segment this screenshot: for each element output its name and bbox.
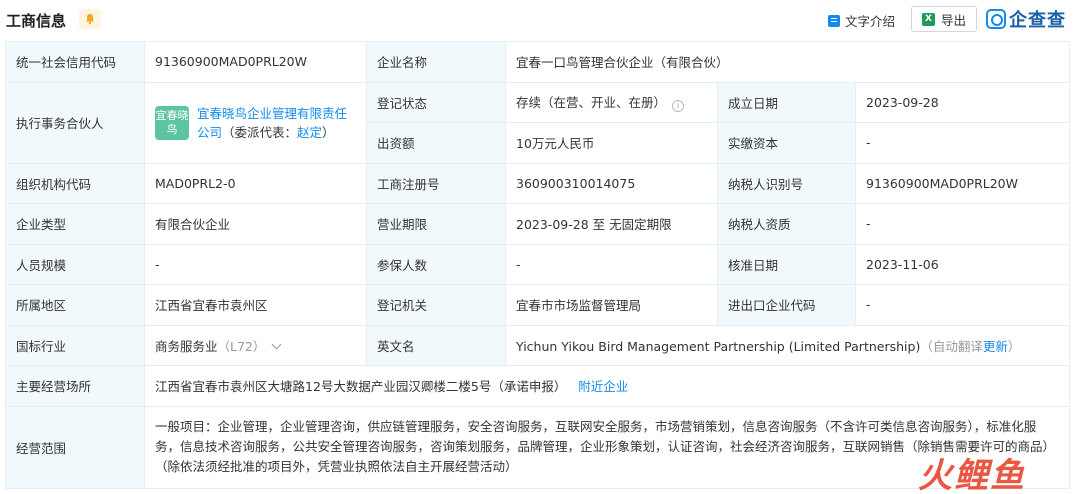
insured-value: - xyxy=(505,243,718,285)
reg-status-value: 存续（在营、开业、在册） xyxy=(516,95,667,111)
capital-label: 出资额 xyxy=(366,122,506,164)
approval-date-value: 2023-11-06 xyxy=(854,243,1071,285)
reg-status-cell: 存续（在营、开业、在册） i xyxy=(505,81,718,123)
taxpayer-id-label: 纳税人识别号 xyxy=(717,162,856,204)
english-name-label: 英文名 xyxy=(366,324,506,366)
industry-code: （L72） xyxy=(217,338,266,354)
section-header: 工商信息 文字介绍 X 导出 企查查 xyxy=(0,0,1080,40)
nearby-companies-link[interactable]: 附近企业 xyxy=(578,379,628,394)
export-label: 导出 xyxy=(940,12,966,28)
rep-suffix: ） xyxy=(322,124,335,140)
org-code-label: 组织机构代码 xyxy=(5,162,145,204)
industry-label: 国标行业 xyxy=(5,324,145,366)
auto-translate-note: （自动翻译 xyxy=(920,338,983,354)
text-intro-button[interactable]: 文字介绍 xyxy=(828,11,895,30)
bell-icon xyxy=(86,14,94,25)
credit-code-label: 统一社会信用代码 xyxy=(5,41,145,83)
insured-label: 参保人数 xyxy=(366,243,506,285)
exec-partner-cell: 宜春晓鸟 宜春晓鸟企业管理有限责任公司（委派代表：赵定） xyxy=(144,81,367,164)
info-icon[interactable]: i xyxy=(672,100,685,113)
capital-value: 10万元人民币 xyxy=(505,122,718,164)
address-value: 江西省宜春市袁州区大塘路12号大数据产业园汉卿楼二楼5号（承诺申报） xyxy=(155,379,567,395)
business-info-table: 统一社会信用代码 91360900MAD0PRL20W 企业名称 宜春一口鸟管理… xyxy=(5,41,1071,489)
import-export-label: 进出口企业代码 xyxy=(717,284,856,326)
table-row: 组织机构代码 MAD0PRL2-0 工商注册号 360900310014075 … xyxy=(5,162,1071,204)
partner-avatar[interactable]: 宜春晓鸟 xyxy=(155,105,189,140)
reg-authority-label: 登记机关 xyxy=(366,284,506,326)
biz-reg-no-value: 360900310014075 xyxy=(505,162,718,204)
rep-link[interactable]: 赵定 xyxy=(297,125,322,140)
import-export-value: - xyxy=(854,284,1071,326)
address-label: 主要经营场所 xyxy=(5,365,145,407)
company-type-value: 有限合伙企业 xyxy=(144,203,367,245)
industry-value: 商务服务业 xyxy=(155,338,218,354)
staff-size-value: - xyxy=(144,243,367,285)
company-name-value: 宜春一口鸟管理合伙企业（有限合伙） xyxy=(504,41,1071,83)
export-button[interactable]: X 导出 xyxy=(911,6,977,32)
watermark-logo: 火鲤鱼 xyxy=(918,456,1026,494)
bell-icon-button[interactable] xyxy=(79,9,101,29)
est-date-label: 成立日期 xyxy=(717,81,856,123)
staff-size-label: 人员规模 xyxy=(5,243,145,285)
taxpayer-qual-label: 纳税人资质 xyxy=(717,203,856,245)
region-value: 江西省宜春市袁州区 xyxy=(144,284,367,326)
table-row: 统一社会信用代码 91360900MAD0PRL20W 企业名称 宜春一口鸟管理… xyxy=(5,41,1071,83)
logo-mark-icon xyxy=(986,9,1006,29)
excel-icon: X xyxy=(921,12,935,26)
scope-label: 经营范围 xyxy=(5,405,145,489)
company-type-label: 企业类型 xyxy=(5,203,145,245)
region-label: 所属地区 xyxy=(5,284,145,326)
rep-prefix: （委派代表： xyxy=(222,124,298,140)
table-row: 国标行业 商务服务业（L72） 英文名 Yichun Yikou Bird Ma… xyxy=(5,324,1071,366)
qichacha-logo: 企查查 xyxy=(986,6,1066,32)
table-row: 企业类型 有限合伙企业 营业期限 2023-09-28 至 无固定期限 纳税人资… xyxy=(5,203,1071,245)
section-title: 工商信息 xyxy=(6,12,67,30)
credit-code-value: 91360900MAD0PRL20W xyxy=(144,41,367,83)
table-row: 所属地区 江西省宜春市袁州区 登记机关 宜春市市场监督管理局 进出口企业代码 - xyxy=(5,284,1071,326)
auto-translate-close: ） xyxy=(1007,338,1021,354)
logo-text: 企查查 xyxy=(1009,10,1066,31)
paid-capital-value: - xyxy=(854,122,1071,164)
biz-term-value: 2023-09-28 至 无固定期限 xyxy=(505,203,718,245)
company-name-label: 企业名称 xyxy=(366,41,506,83)
update-link[interactable]: 更新 xyxy=(983,339,1008,354)
english-name-value: Yichun Yikou Bird Management Partnership… xyxy=(516,338,921,354)
industry-cell[interactable]: 商务服务业（L72） xyxy=(144,324,367,366)
est-date-value: 2023-09-28 xyxy=(854,81,1071,123)
english-name-cell: Yichun Yikou Bird Management Partnership… xyxy=(504,324,1071,366)
approval-date-label: 核准日期 xyxy=(717,243,856,285)
biz-term-label: 营业期限 xyxy=(366,203,506,245)
document-icon xyxy=(828,14,840,27)
org-code-value: MAD0PRL2-0 xyxy=(144,162,367,204)
chevron-down-icon[interactable] xyxy=(271,339,282,350)
table-row: 经营范围 一般项目：企业管理，企业管理咨询，供应链管理服务，安全咨询服务，互联网… xyxy=(5,405,1071,489)
text-intro-label: 文字介绍 xyxy=(845,14,896,29)
biz-reg-no-label: 工商注册号 xyxy=(366,162,506,204)
table-row: 主要经营场所 江西省宜春市袁州区大塘路12号大数据产业园汉卿楼二楼5号（承诺申报… xyxy=(5,365,1071,407)
paid-capital-label: 实缴资本 xyxy=(717,122,856,164)
reg-status-label: 登记状态 xyxy=(366,81,506,123)
taxpayer-id-value: 91360900MAD0PRL20W xyxy=(854,162,1071,204)
table-row: 人员规模 - 参保人数 - 核准日期 2023-11-06 xyxy=(5,243,1071,285)
table-row: 执行事务合伙人 宜春晓鸟 宜春晓鸟企业管理有限责任公司（委派代表：赵定） 登记状… xyxy=(5,81,1071,164)
reg-authority-value: 宜春市市场监督管理局 xyxy=(505,284,718,326)
taxpayer-qual-value: - xyxy=(854,203,1071,245)
address-cell: 江西省宜春市袁州区大塘路12号大数据产业园汉卿楼二楼5号（承诺申报） 附近企业 xyxy=(143,365,1071,407)
exec-partner-label: 执行事务合伙人 xyxy=(5,81,145,164)
